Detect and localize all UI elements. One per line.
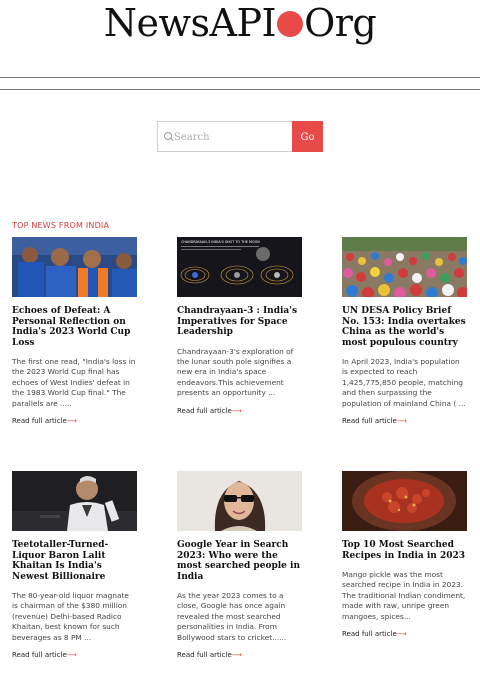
search-input[interactable]	[174, 127, 286, 147]
site-logo[interactable]: NewsAPI Org	[0, 0, 480, 52]
search-form: Go	[157, 121, 323, 152]
article-image-chandrayaan[interactable]: CHANDRAYAAN-3 INDIA'S SHOT TO THE MOON	[177, 237, 302, 297]
arrow-right-icon: ⟶	[396, 417, 407, 426]
read-full-article-link[interactable]: Read full article⟶	[177, 407, 302, 415]
article-card: Echoes of Defeat: A Personal Reflection …	[12, 237, 137, 425]
read-full-article-link[interactable]: Read full article⟶	[177, 651, 302, 659]
article-excerpt: As the year 2023 comes to a close, Googl…	[177, 591, 287, 642]
article-image-businessman[interactable]	[12, 471, 137, 531]
article-excerpt: The first one read, "India's loss in the…	[12, 357, 136, 408]
read-full-article-link[interactable]: Read full article⟶	[12, 417, 137, 425]
article-image-portrait[interactable]	[177, 471, 302, 531]
header-divider-bottom	[0, 89, 480, 90]
article-excerpt: Chandrayaan-3's exploration of the lunar…	[177, 346, 294, 398]
arrow-right-icon: ⟶	[231, 406, 242, 415]
article-title[interactable]: Top 10 Most Searched Recipes in India in…	[342, 540, 467, 561]
arrow-right-icon: ⟶	[66, 651, 77, 660]
article-card: CHANDRAYAAN-3 INDIA'S SHOT TO THE MOON C…	[177, 237, 302, 415]
search-go-button[interactable]: Go	[292, 121, 323, 152]
logo-text-right: Org	[304, 1, 377, 45]
article-excerpt: Mango pickle was the most searched recip…	[342, 570, 466, 621]
article-title[interactable]: UN DESA Policy Brief No. 153: India over…	[342, 306, 467, 348]
arrow-right-icon: ⟶	[66, 417, 77, 426]
article-card: Top 10 Most Searched Recipes in India in…	[342, 471, 467, 638]
section-title: TOP NEWS FROM INDIA	[12, 221, 110, 230]
article-excerpt: In April 2023, India's population is exp…	[342, 357, 466, 408]
arrow-right-icon: ⟶	[231, 651, 242, 660]
search-icon	[164, 132, 172, 140]
article-excerpt: The 80-year-old liquor magnate is chairm…	[12, 591, 129, 642]
article-image-crowd[interactable]	[342, 237, 467, 297]
article-title[interactable]: Teetotaller-Turned-Liquor Baron Lalit Kh…	[12, 540, 137, 582]
article-card: Teetotaller-Turned-Liquor Baron Lalit Kh…	[12, 471, 137, 659]
article-image-pickle[interactable]	[342, 471, 467, 531]
article-card: UN DESA Policy Brief No. 153: India over…	[342, 237, 467, 425]
article-title[interactable]: Echoes of Defeat: A Personal Reflection …	[12, 306, 137, 348]
logo-text-left: NewsAPI	[103, 1, 277, 45]
read-full-article-link[interactable]: Read full article⟶	[12, 651, 137, 659]
header-divider-top	[0, 77, 480, 78]
article-card: Google Year in Search 2023: Who were the…	[177, 471, 302, 659]
article-title[interactable]: Chandrayaan-3 : India's Imperatives for …	[177, 306, 302, 338]
read-full-article-link[interactable]: Read full article⟶	[342, 630, 467, 638]
logo-dot-icon	[277, 11, 304, 37]
article-image-cricket[interactable]	[12, 237, 137, 297]
read-full-article-link[interactable]: Read full article⟶	[342, 417, 467, 425]
arrow-right-icon: ⟶	[396, 630, 407, 639]
image-caption: CHANDRAYAAN-3 INDIA'S SHOT TO THE MOON	[181, 240, 260, 244]
search-box	[157, 121, 292, 152]
article-title[interactable]: Google Year in Search 2023: Who were the…	[177, 540, 302, 582]
